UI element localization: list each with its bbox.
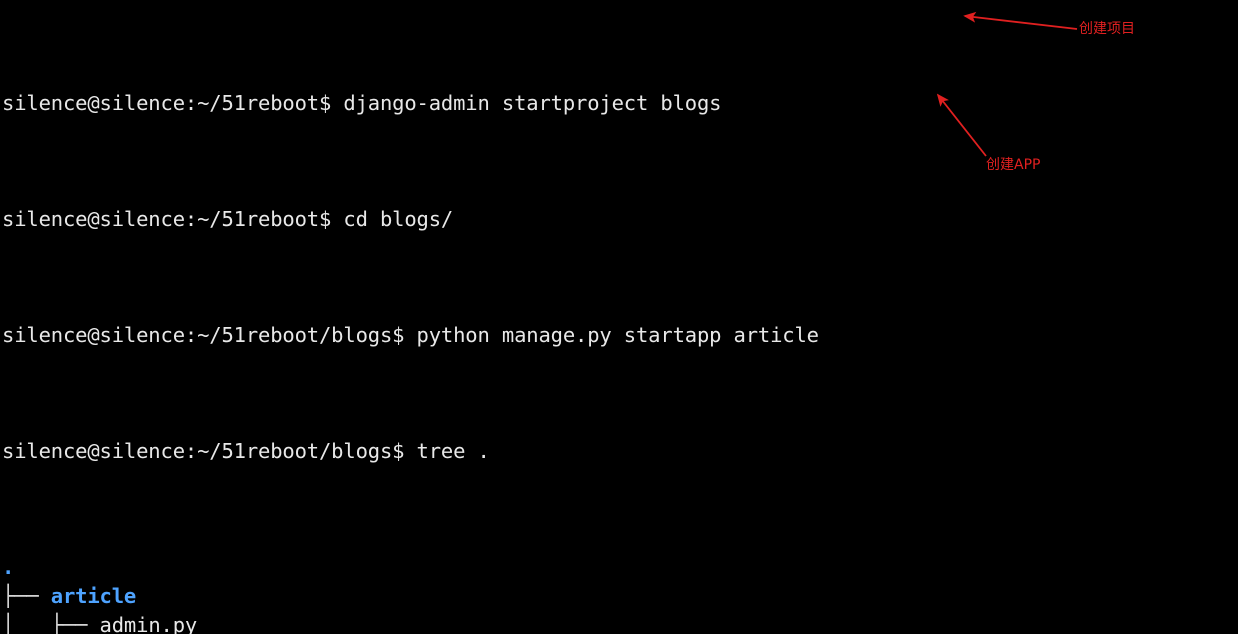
shell-prompt: silence@silence:~/51reboot/blogs$ — [2, 439, 405, 463]
arrow-create-app — [936, 93, 987, 157]
tree-output: .├── article│ ├── admin.py│ ├── apps.py│… — [2, 553, 819, 634]
command-line-2: silence@silence:~/51reboot$ cd blogs/ — [2, 205, 819, 234]
shell-command: tree . — [404, 439, 490, 463]
tree-file-name: admin.py — [99, 613, 198, 634]
tree-branch: ├── — [2, 584, 51, 608]
tree-directory-name: article — [50, 584, 137, 608]
shell-command: python manage.py startapp article — [404, 323, 819, 347]
terminal-screen[interactable]: silence@silence:~/51reboot$ django-admin… — [0, 0, 819, 634]
tree-row: ├── article — [2, 582, 819, 611]
shell-prompt: silence@silence:~/51reboot$ — [2, 207, 332, 231]
command-line-4: silence@silence:~/51reboot/blogs$ tree . — [2, 437, 819, 466]
command-line-1: silence@silence:~/51reboot$ django-admin… — [2, 89, 819, 118]
tree-row: │ ├── admin.py — [2, 611, 819, 634]
shell-prompt: silence@silence:~/51reboot/blogs$ — [2, 323, 405, 347]
shell-prompt: silence@silence:~/51reboot$ — [2, 91, 332, 115]
annotation-label-create-project: 创建项目 — [1079, 21, 1135, 37]
tree-directory-name: . — [2, 555, 15, 579]
shell-command: cd blogs/ — [331, 207, 454, 231]
annotation-label-create-app: 创建APP — [986, 157, 1041, 173]
arrow-create-project — [963, 11, 1078, 30]
tree-branch: │ ├── — [2, 613, 100, 634]
tree-row: . — [2, 553, 819, 582]
terminal-window[interactable]: silence@silence:~/51reboot$ django-admin… — [0, 0, 1238, 634]
shell-command: django-admin startproject blogs — [331, 91, 722, 115]
command-line-3: silence@silence:~/51reboot/blogs$ python… — [2, 321, 819, 350]
